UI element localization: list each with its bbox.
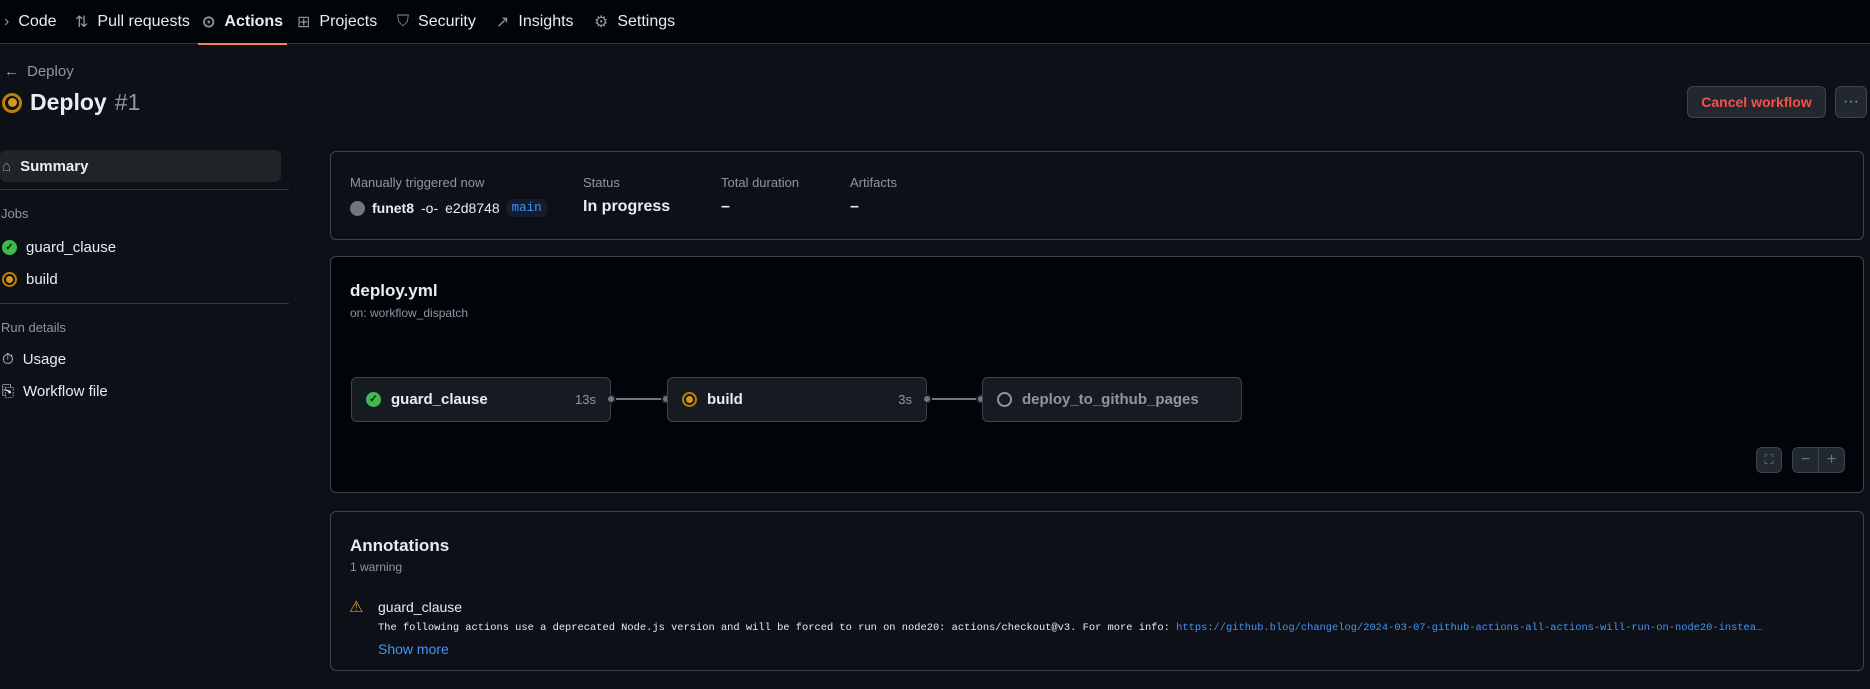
annotations-count: 1 warning [350,560,403,574]
tab-actions[interactable]: ⊙ Actions [197,0,288,45]
home-icon: ⌂ [2,157,12,175]
sidebar-item-workflow-file[interactable]: ⎘ Workflow file [0,375,281,407]
jobs-heading: Jobs [1,206,29,221]
sidebar-item-usage[interactable]: ⏱ Usage [0,343,281,375]
commit-icon: -o- [421,200,439,216]
cancel-workflow-button[interactable]: Cancel workflow [1687,86,1826,118]
shield-icon: ⛉ [397,13,410,30]
pending-circle-icon [997,392,1012,407]
connector-line [932,398,977,400]
fullscreen-icon: ⛶ [1764,452,1774,467]
annotations-card: Annotations 1 warning ⚠ guard_clause The… [330,511,1864,671]
sidebar-job-guard-clause[interactable]: ✓ guard_clause [0,231,281,263]
repo-nav: › Code ⇅ Pull requests ⊙ Actions ⊞ Projects … [0,0,1870,45]
tab-projects[interactable]: ⊞ Projects [297,0,377,44]
artifacts-label: Artifacts [850,175,897,190]
sidebar-job-build[interactable]: build [0,263,281,295]
status-value: In progress [583,198,671,215]
tab-settings[interactable]: ⚙ Settings [594,0,675,44]
tab-insights[interactable]: ↗ Insights [496,0,574,44]
tab-code[interactable]: › Code [4,0,57,44]
divider [0,303,289,304]
show-more-link[interactable]: Show more [378,641,449,657]
divider [0,189,289,190]
graph-icon: ↗ [496,14,510,31]
in-progress-icon [2,271,17,287]
in-progress-icon [682,392,697,407]
check-circle-icon: ✓ [2,239,17,255]
branch-badge[interactable]: main [506,199,547,217]
pull-request-icon: ⇅ [75,14,89,31]
table-icon: ⊞ [297,14,311,31]
commit-link[interactable]: e2d8748 [445,200,500,216]
sidebar-item-summary[interactable]: ⌂ Summary [0,150,281,182]
annotation-message: The following actions use a deprecated N… [378,622,1848,634]
graph-job-guard-clause[interactable]: ✓ guard_clause 13s [351,377,611,422]
back-link[interactable]: ← Deploy [4,63,74,80]
status-label: Status [583,175,620,190]
graph-job-build[interactable]: build 3s [667,377,927,422]
annotation-job: guard_clause [378,599,463,615]
arrow-left-icon: ← [4,63,19,80]
zoom-in-button[interactable]: + [1818,447,1845,473]
file-code-icon: ⎘ [2,382,15,400]
message-text: The following actions use a deprecated N… [378,622,1177,634]
connector-dot [922,394,932,404]
play-icon: ⊙ [202,14,216,31]
annotation-link[interactable]: https://github.blog/changelog/2024-03-07… [1176,622,1762,634]
connector-line [616,398,662,400]
workflow-trigger: on: workflow_dispatch [350,306,469,320]
avatar [350,200,365,216]
user-link[interactable]: funet8 [372,200,414,216]
graph-job-deploy[interactable]: deploy_to_github_pages [982,377,1242,422]
annotations-title: Annotations [350,536,450,555]
more-options-button[interactable]: ··· [1835,86,1867,118]
trigger-label: Manually triggered now [350,175,485,190]
zoom-out-button[interactable]: − [1792,447,1819,473]
stopwatch-icon: ⏱ [2,350,14,368]
tab-security[interactable]: ⛉ Security [397,0,476,44]
artifacts-value: – [850,198,859,215]
check-circle-icon: ✓ [366,392,381,407]
warning-icon: ⚠ [349,599,364,616]
connector-dot [606,394,616,404]
duration-label: Total duration [721,175,800,190]
page-title: Deploy #1 [2,89,140,116]
workflow-graph-card: deploy.yml on: workflow_dispatch ✓ guard_… [330,256,1864,493]
run-summary-card: Manually triggered now funet8 -o- e2d874… [330,151,1864,240]
in-progress-icon [2,92,22,113]
tab-pull-requests[interactable]: ⇅ Pull requests [75,0,190,44]
workflow-file-name: deploy.yml [350,281,438,300]
gear-icon: ⚙ [594,14,609,31]
duration-value: – [721,198,730,215]
run-details-heading: Run details [1,320,67,335]
fullscreen-button[interactable]: ⛶ [1756,447,1782,473]
code-icon: › [4,13,10,30]
